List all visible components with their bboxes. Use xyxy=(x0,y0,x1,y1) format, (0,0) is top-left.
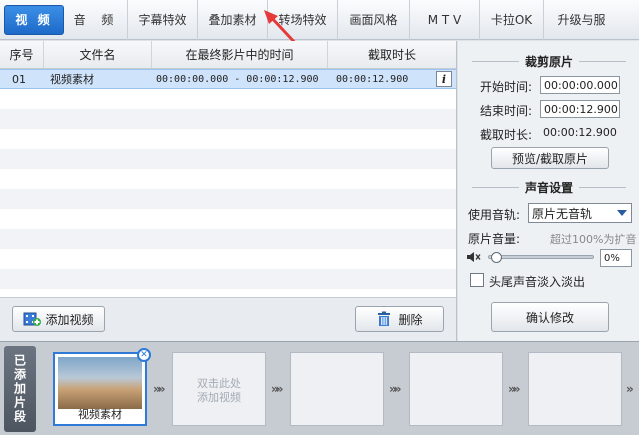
audio-track-value: 原片无音轨 xyxy=(532,206,593,221)
trash-icon xyxy=(378,311,391,326)
video-file-table: 序号 文件名 在最终影片中的时间 截取时长 01 视频素材 00:00:00.0… xyxy=(0,41,457,297)
clip-placeholder[interactable]: 双击此处 添加视频 xyxy=(172,352,266,426)
start-time-label: 开始时间: xyxy=(480,80,533,94)
row-duration: 00:00:12.900 xyxy=(336,73,409,85)
start-time-input[interactable]: 00:00:00.000 xyxy=(540,76,620,94)
empty-row xyxy=(0,249,456,269)
end-time-input[interactable]: 00:00:12.900 xyxy=(540,100,620,118)
empty-row xyxy=(0,129,456,149)
clip-placeholder[interactable] xyxy=(528,352,622,426)
volume-slider-track[interactable] xyxy=(488,255,594,259)
chevron-down-icon xyxy=(617,210,627,216)
empty-row xyxy=(0,189,456,209)
clip-placeholder[interactable] xyxy=(290,352,384,426)
col-filename[interactable]: 文件名 xyxy=(44,41,152,68)
add-video-label: 添加视频 xyxy=(45,312,94,327)
chevron-right-icon: » xyxy=(626,382,634,396)
chevron-right-icon: »» xyxy=(153,382,165,396)
chevron-right-icon: »» xyxy=(271,382,283,396)
trim-duration-value: 00:00:12.900 xyxy=(543,126,617,139)
volume-hint: 超过100%为扩音 xyxy=(550,233,637,246)
empty-row xyxy=(0,89,456,109)
tab-video[interactable]: 视 频 xyxy=(4,4,64,35)
tab-karaoke[interactable]: 卡拉OK xyxy=(480,0,544,40)
empty-row xyxy=(0,149,456,169)
empty-row xyxy=(0,109,456,129)
fade-checkbox[interactable] xyxy=(470,273,484,287)
tab-upgrade-service[interactable]: 升级与服 xyxy=(544,0,619,40)
row-filename: 视频素材 xyxy=(50,73,94,86)
table-action-bar: 添加视频 删除 xyxy=(0,297,457,341)
main-tab-bar: 视 频 音 频 字幕特效 叠加素材 转场特效 画面风格 M T V 卡拉OK 升… xyxy=(0,0,639,40)
col-timeline[interactable]: 在最终影片中的时间 xyxy=(152,41,328,68)
volume-label: 原片音量: xyxy=(468,232,521,246)
speaker-muted-icon[interactable] xyxy=(467,251,481,263)
clip-placeholder[interactable] xyxy=(409,352,503,426)
empty-row xyxy=(0,169,456,189)
audio-section-title: 声音设置 xyxy=(466,179,632,195)
audio-track-select[interactable]: 原片无音轨 xyxy=(528,203,632,223)
empty-row xyxy=(0,229,456,249)
trim-duration-label: 截取时长: xyxy=(480,128,533,142)
audio-track-label: 使用音轨: xyxy=(468,208,521,222)
row-index: 01 xyxy=(12,72,26,86)
col-duration[interactable]: 截取时长 xyxy=(328,41,456,68)
tab-subtitle-effects[interactable]: 字幕特效 xyxy=(128,0,198,40)
added-clips-label: 已添加片段 xyxy=(4,346,36,432)
volume-value-input[interactable]: 0% xyxy=(600,249,632,267)
tab-picture-style[interactable]: 画面风格 xyxy=(338,0,410,40)
add-clip-hint: 双击此处 添加视频 xyxy=(173,377,265,405)
close-icon[interactable]: ✕ xyxy=(137,348,151,362)
confirm-changes-button[interactable]: 确认修改 xyxy=(491,302,609,332)
empty-row xyxy=(0,269,456,289)
chevron-right-icon: »» xyxy=(508,382,520,396)
end-time-label: 结束时间: xyxy=(480,104,533,118)
add-video-button[interactable]: 添加视频 xyxy=(12,306,105,332)
trim-section-title: 裁剪原片 xyxy=(466,53,632,69)
clip-card-1[interactable]: 视频素材 ✕ xyxy=(53,348,151,426)
tab-audio[interactable]: 音 频 xyxy=(66,0,128,40)
info-icon[interactable]: i xyxy=(436,71,452,87)
preview-trim-button[interactable]: 预览/截取原片 xyxy=(491,147,609,169)
empty-row xyxy=(0,209,456,229)
fade-label: 头尾声音淡入淡出 xyxy=(489,275,586,289)
table-header: 序号 文件名 在最终影片中的时间 截取时长 xyxy=(0,41,456,69)
tab-mtv[interactable]: M T V xyxy=(410,0,480,40)
clip-thumbnail xyxy=(58,357,142,409)
col-index[interactable]: 序号 xyxy=(0,41,44,68)
added-clips-strip: 已添加片段 视频素材 ✕ »» 双击此处 添加视频 »» »» »» » xyxy=(0,341,639,435)
settings-panel: 裁剪原片 开始时间: 00:00:00.000 结束时间: 00:00:12.9… xyxy=(458,41,639,341)
delete-button[interactable]: 删除 xyxy=(355,306,444,332)
clip-name: 视频素材 xyxy=(78,408,122,421)
chevron-right-icon: »» xyxy=(389,382,401,396)
table-row[interactable]: 01 视频素材 00:00:00.000 - 00:00:12.900 00:0… xyxy=(0,69,456,89)
add-clip-hint-line2: 添加视频 xyxy=(197,391,241,404)
add-clip-hint-line1: 双击此处 xyxy=(197,377,241,390)
delete-label: 删除 xyxy=(398,312,423,327)
add-video-icon xyxy=(23,312,42,326)
volume-slider-knob[interactable] xyxy=(491,252,502,263)
row-timeline: 00:00:00.000 - 00:00:12.900 xyxy=(156,73,319,85)
